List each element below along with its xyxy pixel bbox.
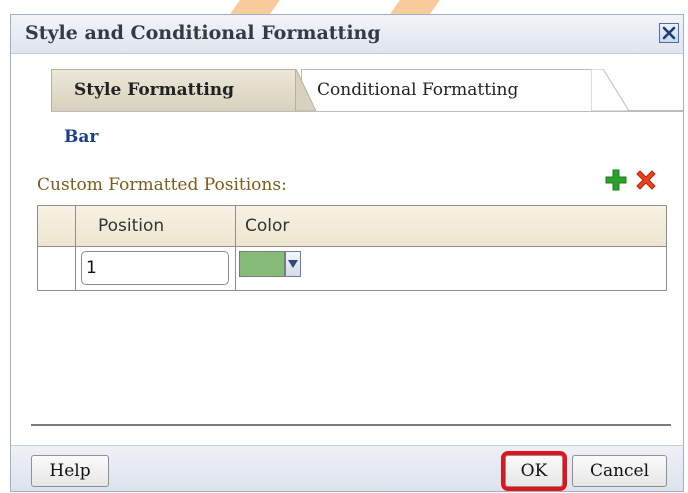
help-button[interactable]: Help [31,455,109,487]
dialog-footer: Help OK Cancel [11,445,683,491]
plus-icon [605,169,627,191]
background-stripe [390,0,440,14]
position-input[interactable]: 1 [81,251,229,285]
dialog-title: Style and Conditional Formatting [25,22,381,44]
row-selector-header [38,206,76,246]
position-cell: 1 [76,247,236,290]
color-swatch [239,251,285,277]
add-position-button[interactable] [603,167,629,193]
color-picker[interactable] [239,251,301,277]
tab-bar: Style Formatting Conditional Formatting [51,69,683,111]
color-column-header: Color [245,216,290,236]
custom-positions-table: Position Color 1 [37,205,667,291]
ok-button[interactable]: OK [501,451,567,491]
chevron-down-icon [288,260,298,268]
close-button[interactable] [659,23,679,43]
dialog-titlebar: Style and Conditional Formatting [11,15,683,54]
tab-label: Style Formatting [74,80,235,100]
footer-separator [31,424,671,426]
color-dropdown-button[interactable] [285,251,301,277]
tab-style-formatting[interactable]: Style Formatting [51,69,296,111]
style-conditional-formatting-dialog: Style and Conditional Formatting Style F… [10,14,684,492]
close-icon [662,26,676,40]
table-row: 1 [38,247,666,290]
position-column-header: Position [76,206,236,246]
section-heading-bar: Bar [64,127,99,147]
tab-slant-decoration [591,69,630,111]
table-header: Position Color [38,206,666,247]
delete-position-button[interactable] [633,167,659,193]
custom-formatted-positions-label: Custom Formatted Positions: [37,175,287,195]
background-stripe [230,0,280,14]
cancel-button[interactable]: Cancel [572,455,667,487]
tab-label: Conditional Formatting [317,80,519,100]
tab-conditional-formatting[interactable]: Conditional Formatting [301,69,601,111]
color-cell [236,247,666,290]
row-selector[interactable] [38,247,76,290]
delete-x-icon [636,170,656,190]
